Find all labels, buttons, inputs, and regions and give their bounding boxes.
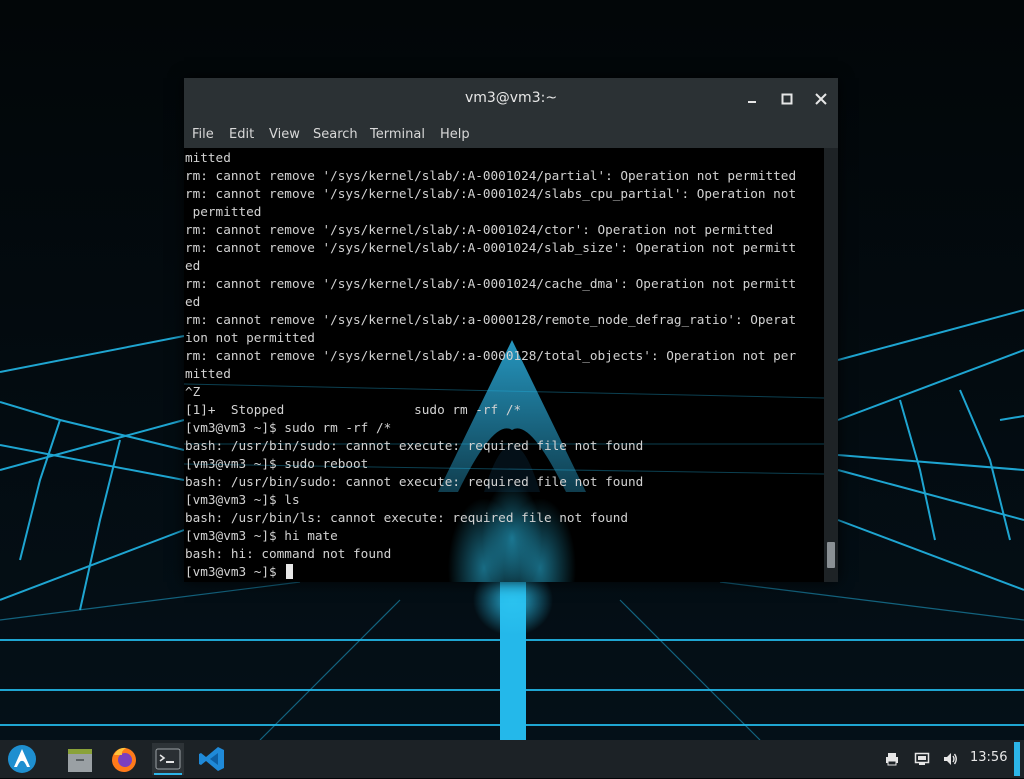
terminal-line: ion not permitted (185, 330, 315, 345)
menu-file[interactable]: File (192, 127, 214, 142)
terminal-line: rm: cannot remove '/sys/kernel/slab/:A-0… (185, 276, 797, 291)
firefox-icon[interactable] (108, 743, 140, 775)
terminal-line: [vm3@vm3 ~]$ sudo rm -rf /* (185, 420, 392, 435)
show-desktop-button[interactable] (1014, 742, 1020, 776)
terminal-line: permitted (185, 204, 262, 219)
maximize-icon[interactable] (776, 88, 798, 110)
menu-help[interactable]: Help (440, 127, 470, 142)
active-window-indicator (154, 773, 182, 775)
menu-terminal[interactable]: Terminal (370, 127, 425, 142)
terminal-line: [1]+ Stopped sudo rm -rf /* (185, 402, 522, 417)
terminal-line: rm: cannot remove '/sys/kernel/slab/:A-0… (185, 240, 797, 255)
terminal-line: [vm3@vm3 ~]$ sudo reboot (185, 456, 369, 471)
terminal-line: rm: cannot remove '/sys/kernel/slab/:A-0… (185, 168, 797, 183)
scrollbar-thumb[interactable] (827, 542, 835, 568)
terminal-line: bash: /usr/bin/ls: cannot execute: requi… (185, 510, 629, 525)
terminal-line: rm: cannot remove '/sys/kernel/slab/:a-0… (185, 312, 797, 327)
terminal-line: ed (185, 294, 201, 309)
arch-logo-icon[interactable] (6, 743, 38, 775)
terminal-scrollbar[interactable] (824, 148, 838, 582)
text-cursor (286, 564, 294, 579)
terminal-line: bash: /usr/bin/sudo: cannot execute: req… (185, 438, 644, 453)
terminal-prompt-line: [vm3@vm3 ~]$ (185, 563, 796, 581)
volume-icon[interactable] (942, 751, 958, 767)
menu-edit[interactable]: Edit (229, 127, 254, 142)
terminal-line: bash: hi: command not found (185, 546, 392, 561)
terminal-line: rm: cannot remove '/sys/kernel/slab/:A-0… (185, 186, 797, 201)
minimize-icon[interactable] (742, 88, 764, 110)
menu-bar: File Edit View Search Terminal Help (184, 122, 838, 148)
window-title: vm3@vm3:~ (464, 90, 558, 106)
window-titlebar[interactable]: vm3@vm3:~ (184, 78, 838, 122)
taskbar: 13:56 (0, 740, 1024, 778)
menu-search[interactable]: Search (313, 127, 358, 142)
vscode-icon[interactable] (196, 743, 228, 775)
terminal-text: mitted rm: cannot remove '/sys/kernel/sla… (185, 149, 796, 581)
terminal-line: ^Z (185, 384, 201, 399)
menu-view[interactable]: View (269, 127, 300, 142)
close-icon[interactable] (810, 88, 832, 110)
terminal-line: bash: /usr/bin/sudo: cannot execute: req… (185, 474, 644, 489)
network-icon[interactable] (914, 751, 930, 767)
terminal-line: [vm3@vm3 ~]$ ls (185, 492, 300, 507)
file-manager-icon[interactable] (64, 743, 96, 775)
terminal-line: mitted (185, 150, 231, 165)
terminal-line: [vm3@vm3 ~]$ hi mate (185, 528, 338, 543)
terminal-icon[interactable] (152, 743, 184, 775)
terminal-prompt: [vm3@vm3 ~]$ (185, 564, 285, 579)
terminal-line: mitted (185, 366, 231, 381)
terminal-line: rm: cannot remove '/sys/kernel/slab/:A-0… (185, 222, 774, 237)
terminal-line: rm: cannot remove '/sys/kernel/slab/:a-0… (185, 348, 797, 363)
printer-icon[interactable] (884, 751, 900, 767)
terminal-line: ed (185, 258, 201, 273)
terminal-window[interactable]: vm3@vm3:~ File Edit View Search Terminal… (184, 78, 838, 582)
clock[interactable]: 13:56 (970, 750, 1007, 765)
terminal-output[interactable]: mitted rm: cannot remove '/sys/kernel/sla… (184, 148, 824, 582)
